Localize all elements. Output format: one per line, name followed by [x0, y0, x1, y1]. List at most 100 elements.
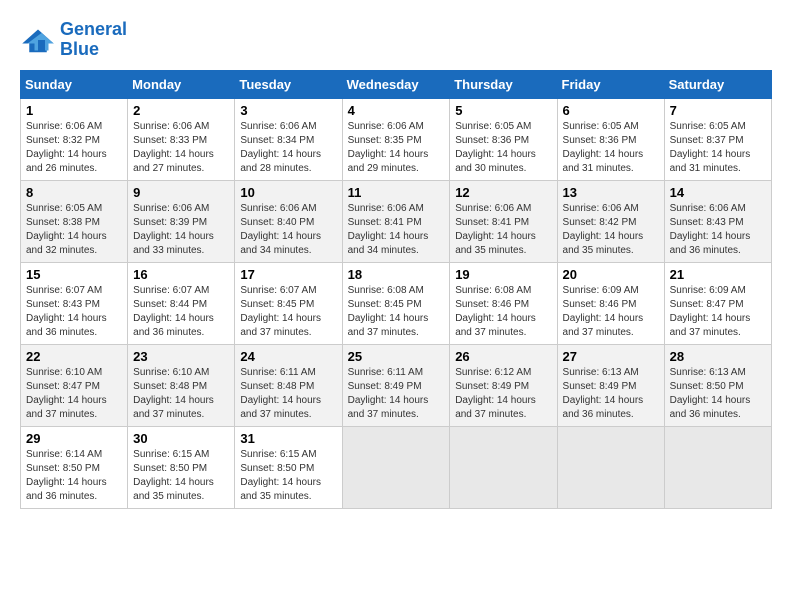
day-header-tuesday: Tuesday [235, 70, 342, 98]
calendar-cell: 28 Sunrise: 6:13 AM Sunset: 8:50 PM Dayl… [664, 344, 771, 426]
calendar-table: SundayMondayTuesdayWednesdayThursdayFrid… [20, 70, 772, 509]
calendar-cell: 6 Sunrise: 6:05 AM Sunset: 8:36 PM Dayli… [557, 98, 664, 180]
day-info: Sunrise: 6:11 AM Sunset: 8:49 PM Dayligh… [348, 366, 445, 422]
day-number: 10 [240, 185, 336, 200]
calendar-cell: 10 Sunrise: 6:06 AM Sunset: 8:40 PM Dayl… [235, 180, 342, 262]
day-number: 20 [563, 267, 659, 282]
day-info: Sunrise: 6:05 AM Sunset: 8:38 PM Dayligh… [26, 202, 122, 258]
day-info: Sunrise: 6:10 AM Sunset: 8:47 PM Dayligh… [26, 366, 122, 422]
day-number: 16 [133, 267, 229, 282]
day-number: 8 [26, 185, 122, 200]
day-number: 7 [670, 103, 766, 118]
day-header-thursday: Thursday [450, 70, 557, 98]
day-header-monday: Monday [128, 70, 235, 98]
day-info: Sunrise: 6:10 AM Sunset: 8:48 PM Dayligh… [133, 366, 229, 422]
day-number: 12 [455, 185, 551, 200]
day-number: 23 [133, 349, 229, 364]
calendar-cell: 1 Sunrise: 6:06 AM Sunset: 8:32 PM Dayli… [21, 98, 128, 180]
day-number: 27 [563, 349, 659, 364]
day-number: 19 [455, 267, 551, 282]
calendar-cell [664, 426, 771, 508]
calendar-cell [557, 426, 664, 508]
calendar-cell: 18 Sunrise: 6:08 AM Sunset: 8:45 PM Dayl… [342, 262, 450, 344]
day-number: 9 [133, 185, 229, 200]
day-info: Sunrise: 6:06 AM Sunset: 8:42 PM Dayligh… [563, 202, 659, 258]
day-number: 5 [455, 103, 551, 118]
calendar-cell: 16 Sunrise: 6:07 AM Sunset: 8:44 PM Dayl… [128, 262, 235, 344]
calendar-cell: 11 Sunrise: 6:06 AM Sunset: 8:41 PM Dayl… [342, 180, 450, 262]
day-number: 21 [670, 267, 766, 282]
day-number: 2 [133, 103, 229, 118]
day-info: Sunrise: 6:06 AM Sunset: 8:35 PM Dayligh… [348, 120, 445, 176]
day-number: 15 [26, 267, 122, 282]
day-info: Sunrise: 6:07 AM Sunset: 8:43 PM Dayligh… [26, 284, 122, 340]
day-number: 18 [348, 267, 445, 282]
day-header-saturday: Saturday [664, 70, 771, 98]
calendar-cell [342, 426, 450, 508]
calendar-week-row: 8 Sunrise: 6:05 AM Sunset: 8:38 PM Dayli… [21, 180, 772, 262]
day-info: Sunrise: 6:06 AM Sunset: 8:33 PM Dayligh… [133, 120, 229, 176]
day-info: Sunrise: 6:05 AM Sunset: 8:36 PM Dayligh… [455, 120, 551, 176]
calendar-cell: 21 Sunrise: 6:09 AM Sunset: 8:47 PM Dayl… [664, 262, 771, 344]
calendar-cell: 29 Sunrise: 6:14 AM Sunset: 8:50 PM Dayl… [21, 426, 128, 508]
day-number: 25 [348, 349, 445, 364]
day-info: Sunrise: 6:06 AM Sunset: 8:39 PM Dayligh… [133, 202, 229, 258]
calendar-cell: 24 Sunrise: 6:11 AM Sunset: 8:48 PM Dayl… [235, 344, 342, 426]
calendar-cell: 20 Sunrise: 6:09 AM Sunset: 8:46 PM Dayl… [557, 262, 664, 344]
day-number: 26 [455, 349, 551, 364]
calendar-cell: 9 Sunrise: 6:06 AM Sunset: 8:39 PM Dayli… [128, 180, 235, 262]
day-info: Sunrise: 6:09 AM Sunset: 8:47 PM Dayligh… [670, 284, 766, 340]
calendar-cell: 25 Sunrise: 6:11 AM Sunset: 8:49 PM Dayl… [342, 344, 450, 426]
calendar-cell: 30 Sunrise: 6:15 AM Sunset: 8:50 PM Dayl… [128, 426, 235, 508]
calendar-cell: 5 Sunrise: 6:05 AM Sunset: 8:36 PM Dayli… [450, 98, 557, 180]
day-info: Sunrise: 6:06 AM Sunset: 8:41 PM Dayligh… [348, 202, 445, 258]
day-info: Sunrise: 6:06 AM Sunset: 8:41 PM Dayligh… [455, 202, 551, 258]
calendar-week-row: 1 Sunrise: 6:06 AM Sunset: 8:32 PM Dayli… [21, 98, 772, 180]
day-header-friday: Friday [557, 70, 664, 98]
calendar-cell: 22 Sunrise: 6:10 AM Sunset: 8:47 PM Dayl… [21, 344, 128, 426]
day-info: Sunrise: 6:06 AM Sunset: 8:34 PM Dayligh… [240, 120, 336, 176]
calendar-cell: 14 Sunrise: 6:06 AM Sunset: 8:43 PM Dayl… [664, 180, 771, 262]
calendar-body: 1 Sunrise: 6:06 AM Sunset: 8:32 PM Dayli… [21, 98, 772, 508]
day-number: 30 [133, 431, 229, 446]
day-info: Sunrise: 6:12 AM Sunset: 8:49 PM Dayligh… [455, 366, 551, 422]
calendar-cell: 12 Sunrise: 6:06 AM Sunset: 8:41 PM Dayl… [450, 180, 557, 262]
day-info: Sunrise: 6:09 AM Sunset: 8:46 PM Dayligh… [563, 284, 659, 340]
day-info: Sunrise: 6:06 AM Sunset: 8:40 PM Dayligh… [240, 202, 336, 258]
calendar-cell: 26 Sunrise: 6:12 AM Sunset: 8:49 PM Dayl… [450, 344, 557, 426]
day-number: 6 [563, 103, 659, 118]
calendar-cell: 19 Sunrise: 6:08 AM Sunset: 8:46 PM Dayl… [450, 262, 557, 344]
day-info: Sunrise: 6:15 AM Sunset: 8:50 PM Dayligh… [133, 448, 229, 504]
day-number: 4 [348, 103, 445, 118]
calendar-cell: 13 Sunrise: 6:06 AM Sunset: 8:42 PM Dayl… [557, 180, 664, 262]
calendar-cell: 8 Sunrise: 6:05 AM Sunset: 8:38 PM Dayli… [21, 180, 128, 262]
day-header-sunday: Sunday [21, 70, 128, 98]
day-number: 29 [26, 431, 122, 446]
day-number: 13 [563, 185, 659, 200]
day-number: 1 [26, 103, 122, 118]
day-info: Sunrise: 6:07 AM Sunset: 8:44 PM Dayligh… [133, 284, 229, 340]
day-info: Sunrise: 6:08 AM Sunset: 8:46 PM Dayligh… [455, 284, 551, 340]
calendar-cell: 7 Sunrise: 6:05 AM Sunset: 8:37 PM Dayli… [664, 98, 771, 180]
calendar-week-row: 15 Sunrise: 6:07 AM Sunset: 8:43 PM Dayl… [21, 262, 772, 344]
calendar-cell: 2 Sunrise: 6:06 AM Sunset: 8:33 PM Dayli… [128, 98, 235, 180]
day-number: 14 [670, 185, 766, 200]
calendar-week-row: 29 Sunrise: 6:14 AM Sunset: 8:50 PM Dayl… [21, 426, 772, 508]
day-info: Sunrise: 6:14 AM Sunset: 8:50 PM Dayligh… [26, 448, 122, 504]
day-info: Sunrise: 6:07 AM Sunset: 8:45 PM Dayligh… [240, 284, 336, 340]
page-header: General Blue [20, 20, 772, 60]
logo: General Blue [20, 20, 127, 60]
day-info: Sunrise: 6:13 AM Sunset: 8:50 PM Dayligh… [670, 366, 766, 422]
day-info: Sunrise: 6:06 AM Sunset: 8:43 PM Dayligh… [670, 202, 766, 258]
calendar-cell: 15 Sunrise: 6:07 AM Sunset: 8:43 PM Dayl… [21, 262, 128, 344]
day-info: Sunrise: 6:11 AM Sunset: 8:48 PM Dayligh… [240, 366, 336, 422]
day-info: Sunrise: 6:05 AM Sunset: 8:37 PM Dayligh… [670, 120, 766, 176]
calendar-cell: 17 Sunrise: 6:07 AM Sunset: 8:45 PM Dayl… [235, 262, 342, 344]
day-info: Sunrise: 6:15 AM Sunset: 8:50 PM Dayligh… [240, 448, 336, 504]
day-number: 11 [348, 185, 445, 200]
calendar-cell: 23 Sunrise: 6:10 AM Sunset: 8:48 PM Dayl… [128, 344, 235, 426]
day-info: Sunrise: 6:05 AM Sunset: 8:36 PM Dayligh… [563, 120, 659, 176]
calendar-week-row: 22 Sunrise: 6:10 AM Sunset: 8:47 PM Dayl… [21, 344, 772, 426]
logo-text: General Blue [60, 20, 127, 60]
day-info: Sunrise: 6:13 AM Sunset: 8:49 PM Dayligh… [563, 366, 659, 422]
